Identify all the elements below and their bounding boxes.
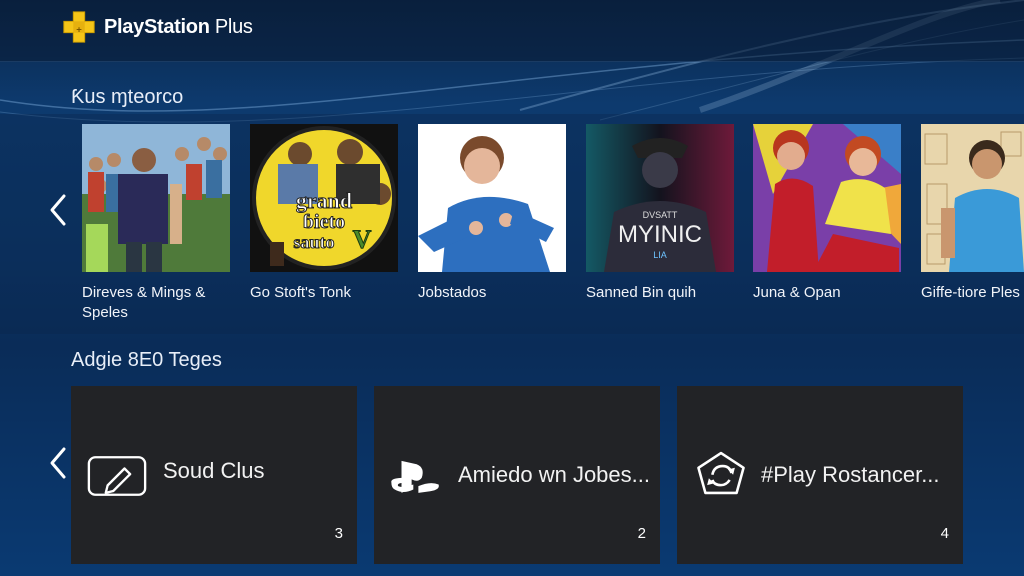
game-card[interactable]: Juna & Opan xyxy=(753,124,901,303)
cover-text-line1: grand xyxy=(296,188,352,213)
tile-count-badge: 3 xyxy=(334,525,343,542)
tile-count-badge: 4 xyxy=(940,525,949,542)
section-title-row1: Ƙus ɱteorco xyxy=(71,86,184,108)
pencil-box-icon xyxy=(87,456,147,496)
game-cover-art: DVSATT MYINIC LIA xyxy=(586,124,734,272)
game-cover-art xyxy=(753,124,901,272)
cover-text-line2: MYINIC xyxy=(618,221,702,248)
game-card[interactable]: grand ɓieto sauto V Go Stoft's Tonk xyxy=(250,124,398,303)
game-card[interactable]: Direves & Mings & Speles xyxy=(82,124,230,323)
ps-plus-logo-icon: + xyxy=(63,11,95,43)
tile-label: Soud Clus xyxy=(163,458,265,483)
category-tile[interactable]: #Play Rostancer... 4 xyxy=(677,386,963,564)
playstation-plus-logo[interactable]: + PlayStation Plus xyxy=(60,8,253,46)
tile-label: Amiedo wn Jobes... xyxy=(458,462,650,487)
game-cover-art xyxy=(921,124,1024,272)
game-title: Direves & Mings & Speles xyxy=(82,284,206,321)
brand-name: PlayStation Plus xyxy=(104,16,253,39)
category-tile[interactable]: Amiedo wn Jobes... 2 xyxy=(374,386,660,564)
game-card[interactable]: DVSATT MYINIC LIA Sanned Bin quih xyxy=(586,124,734,303)
game-title: Jobstados xyxy=(418,284,487,301)
tile-count-badge: 2 xyxy=(637,525,646,542)
game-title: Giffe-tiore Ples xyxy=(921,284,1020,301)
game-cover-art: grand ɓieto sauto V xyxy=(250,124,398,272)
game-title: Juna & Opan xyxy=(753,284,841,301)
cover-text-line3: sauto xyxy=(293,232,334,252)
cover-text-line2: ɓieto xyxy=(303,211,345,233)
brand-bold: PlayStation xyxy=(104,15,210,38)
svg-text:+: + xyxy=(76,25,82,36)
brand-light: Plus xyxy=(209,15,253,38)
game-title: Go Stoft's Tonk xyxy=(250,284,351,301)
tile-label: #Play Rostancer... xyxy=(761,462,940,487)
game-card[interactable]: Giffe-tiore Ples xyxy=(921,124,1024,303)
cover-text-line1: DVSATT xyxy=(643,210,678,220)
top-bar: + PlayStation Plus xyxy=(0,0,1024,62)
chevron-left-icon[interactable] xyxy=(46,445,70,481)
game-cover-art xyxy=(82,124,230,272)
game-cover-art xyxy=(418,124,566,272)
section-title-row2: Adgie 8E0 Teges xyxy=(71,349,222,371)
ps-logo-icon xyxy=(391,460,439,493)
svg-text:V: V xyxy=(353,225,372,254)
cover-text-line3: LIA xyxy=(653,250,667,260)
category-tile[interactable]: Soud Clus 3 xyxy=(71,386,357,564)
game-title: Sanned Bin quih xyxy=(586,284,697,301)
chevron-left-icon[interactable] xyxy=(46,192,70,228)
game-card[interactable]: Jobstados xyxy=(418,124,566,303)
refresh-pentagon-icon xyxy=(697,451,745,495)
